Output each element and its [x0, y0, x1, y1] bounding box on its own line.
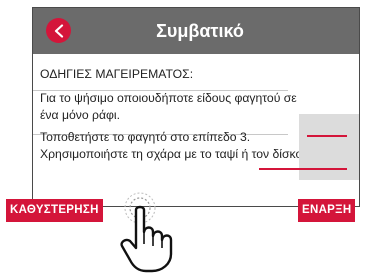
back-button[interactable]	[46, 18, 71, 43]
header-bar: Συμβατικό	[33, 8, 359, 54]
rack-level-line	[307, 135, 347, 137]
instructions-text-1: Για το ψήσιμο οποιουδήποτε είδους φαγητο…	[40, 91, 297, 122]
delay-button[interactable]: ΚΑΘΥΣΤΕΡΗΣΗ	[6, 199, 103, 222]
rack-pointer-line	[259, 168, 307, 170]
instructions-heading: ΟΔΗΓΙΕΣ ΜΑΓΕΙΡΕΜΑΤΟΣ:	[40, 67, 194, 81]
chevron-left-icon	[54, 23, 63, 38]
oven-rack-icon	[299, 114, 359, 180]
oven-display: Συμβατικό ΟΔΗΓΙΕΣ ΜΑΓΕΙΡΕΜΑΤΟΣ: Για το ψ…	[32, 7, 360, 207]
start-button[interactable]: ΕΝΑΡΞΗ	[298, 199, 356, 222]
tap-hand-icon	[120, 192, 173, 273]
rack-level-line	[307, 168, 347, 170]
page-title: Συμβατικό	[156, 21, 244, 41]
instructions: ΟΔΗΓΙΕΣ ΜΑΓΕΙΡΕΜΑΤΟΣ: Για το ψήσιμο οποι…	[40, 66, 315, 168]
instructions-text-2: Τοποθετήστε το φαγητό στο επίπεδο 3. Χρη…	[40, 130, 306, 161]
